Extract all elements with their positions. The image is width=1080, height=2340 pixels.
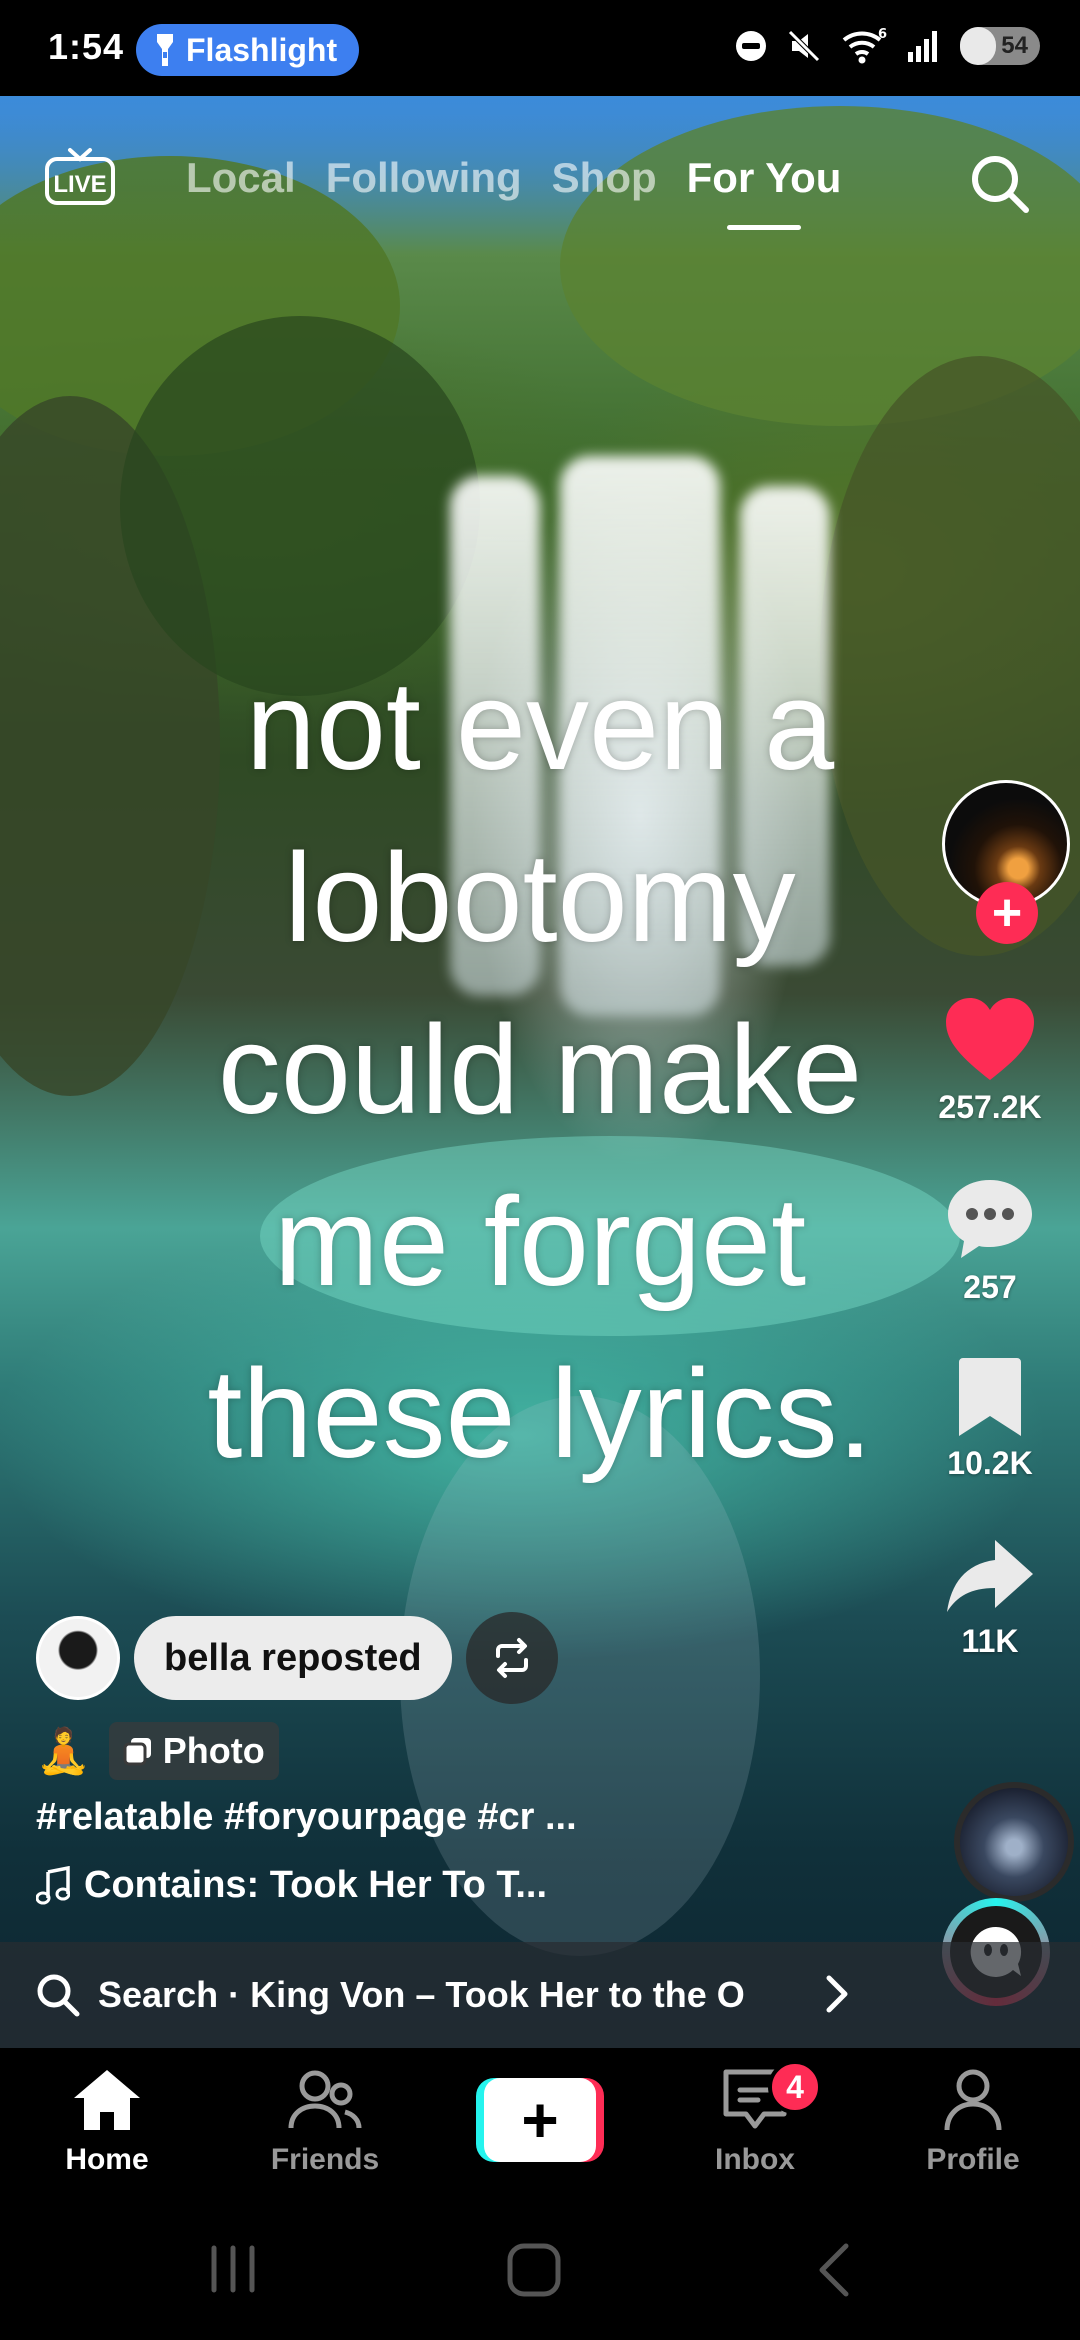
live-tv-icon: LIVE — [45, 148, 115, 205]
tab-friends-label: Friends — [270, 2143, 380, 2176]
search-suggestion-text: Search · King Von – Took Her to the O — [98, 1974, 745, 2015]
photo-badge[interactable]: Photo — [108, 1722, 279, 1780]
reposter-avatar[interactable] — [36, 1616, 120, 1700]
bookmark-icon — [959, 1358, 1021, 1436]
repost-button[interactable] — [465, 1612, 558, 1704]
chevron-right-icon — [826, 1975, 848, 2013]
search-button[interactable] — [968, 152, 1032, 216]
music-info[interactable]: Contains: Took Her To T... — [36, 1864, 547, 1907]
photo-badge-label: Photo — [162, 1730, 265, 1771]
tab-for-you[interactable]: For You — [687, 154, 841, 230]
like-button[interactable]: 257.2K — [900, 996, 1080, 1126]
post-caption[interactable]: #relatable #foryourpage #cr ... — [36, 1796, 577, 1839]
overlay-line: lobotomy — [284, 827, 796, 968]
overlay-caption: not even a lobotomy could make me forget… — [60, 640, 1020, 1500]
recent-apps-icon[interactable] — [206, 2242, 260, 2296]
heart-icon — [946, 998, 1034, 1080]
overlay-line: these lyrics. — [207, 1343, 873, 1484]
flashlight-pill[interactable]: Flashlight — [136, 24, 360, 76]
tab-shop[interactable]: Shop — [552, 154, 657, 202]
tab-local[interactable]: Local — [186, 154, 296, 202]
bottom-tab-bar: Home Friends + Inbox 4 Profile — [0, 2048, 1080, 2198]
comment-count: 257 — [963, 1269, 1017, 1305]
save-button[interactable]: 10.2K — [900, 1356, 1080, 1482]
create-button[interactable]: + — [476, 2078, 604, 2162]
flashlight-icon — [157, 34, 173, 66]
tab-friends[interactable]: Friends — [240, 2068, 410, 2177]
tab-profile[interactable]: Profile — [888, 2068, 1058, 2177]
tab-home-label: Home — [65, 2143, 149, 2176]
clock: 1:54 — [48, 26, 125, 67]
overlay-line: could make — [217, 999, 863, 1140]
share-count: 11K — [961, 1623, 1019, 1659]
overlay-line: me forget — [273, 1171, 807, 1312]
repost-label[interactable]: bella reposted — [134, 1616, 452, 1700]
share-button[interactable]: 11K — [900, 1536, 1080, 1660]
share-arrow-icon — [947, 1540, 1033, 1612]
tab-following[interactable]: Following — [326, 154, 522, 202]
tab-inbox-label: Inbox — [715, 2143, 795, 2176]
friends-icon — [288, 2070, 362, 2129]
repost-icon — [495, 1638, 528, 1678]
back-nav-icon[interactable] — [814, 2242, 854, 2298]
follow-button[interactable]: + — [976, 882, 1038, 944]
post-meta-row: 🧘 Photo — [36, 1722, 279, 1780]
music-note-icon — [36, 1865, 70, 1904]
plus-icon: + — [991, 884, 1023, 942]
top-navigation: LIVE Local Following Shop For You — [0, 96, 1080, 246]
do-not-disturb-icon — [736, 31, 766, 61]
mute-icon — [788, 30, 820, 62]
music-label: Contains: Took Her To T... — [84, 1864, 548, 1906]
search-icon — [37, 1974, 80, 2017]
comment-button[interactable]: 257 — [900, 1176, 1080, 1306]
search-suggestion-bar[interactable]: Search · King Von – Took Her to the O — [0, 1942, 1080, 2048]
battery-level: 54 — [1001, 32, 1028, 59]
status-bar: 1:54 Flashlight 6 54 — [0, 0, 1080, 96]
overlay-line: not even a — [245, 655, 835, 796]
like-count: 257.2K — [938, 1089, 1042, 1125]
svg-text:6: 6 — [878, 27, 887, 42]
repost-row: bella reposted — [36, 1612, 558, 1704]
inbox-badge: 4 — [768, 2060, 822, 2114]
profile-icon — [944, 2069, 1002, 2131]
home-icon — [74, 2070, 140, 2130]
tab-home[interactable]: Home — [22, 2068, 192, 2177]
feed-tabs: Local Following Shop For You — [186, 154, 841, 230]
tab-inbox[interactable]: Inbox 4 — [670, 2060, 840, 2177]
plus-icon: + — [521, 2084, 559, 2156]
flashlight-label: Flashlight — [186, 31, 338, 68]
search-icon — [972, 156, 1029, 213]
comment-icon — [948, 1180, 1032, 1258]
system-navigation — [0, 2198, 1080, 2340]
signal-icon — [908, 31, 937, 62]
meditating-emoji-icon: 🧘 — [36, 1727, 91, 1776]
photo-stack-icon — [123, 1738, 151, 1766]
status-icons: 6 54 — [734, 26, 1040, 66]
tab-profile-label: Profile — [926, 2143, 1020, 2176]
music-disc[interactable] — [954, 1782, 1074, 1902]
wifi-icon: 6 — [842, 27, 887, 64]
home-nav-icon[interactable] — [506, 2242, 562, 2298]
battery-indicator: 54 — [960, 27, 1040, 65]
save-count: 10.2K — [947, 1445, 1033, 1481]
live-label: LIVE — [53, 171, 106, 198]
live-button[interactable]: LIVE — [44, 146, 116, 206]
